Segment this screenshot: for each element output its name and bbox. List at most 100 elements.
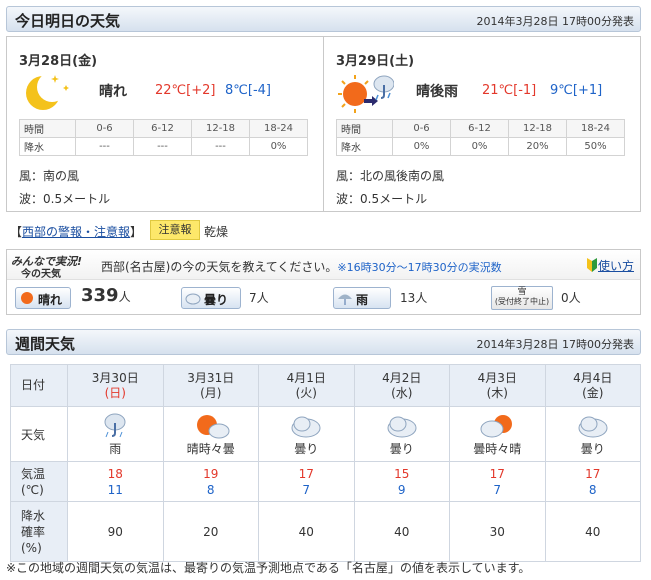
time-label: 時間	[19, 119, 76, 138]
live-prompt: 西部(名古屋)の今の天気を教えてください。※16時30分〜17時30分の実況数	[101, 260, 502, 274]
weekly-weather: 曇り	[544, 406, 641, 462]
sun-icon	[21, 292, 33, 304]
cloud-sun-icon	[480, 414, 513, 437]
precip-value: 20%	[508, 137, 567, 156]
weekly-weather: 曇り	[258, 406, 355, 462]
weekly-temp: 15 9	[353, 461, 450, 502]
moon-icon	[26, 72, 69, 110]
live-report-logo: みんなで実況! 今の天気	[11, 255, 83, 280]
weekly-table: 日付 3月30日 (日) 3月31日 (月) 4月1日 (火) 4月2日 (水) 4月3…	[10, 364, 641, 562]
warnings-link[interactable]: 西部の警報・注意報	[22, 225, 130, 239]
sun-then-rain-icon	[338, 75, 394, 113]
section-title: 今日明日の天気	[15, 12, 121, 30]
low-temp: 9℃[+1]	[550, 83, 603, 98]
sun-cloud-icon	[196, 414, 230, 438]
weekly-date: 4月1日 (火)	[258, 364, 355, 407]
weekly-weather: 晴時々曇	[162, 406, 259, 462]
warning-link-wrapper: 【西部の警報・注意報】	[10, 225, 143, 239]
cloud-icon	[387, 416, 417, 437]
footnote: ※この地域の週間天気の気温は、最寄りの気温予測地点である「名古屋」の値を表示して…	[6, 561, 531, 575]
today-tomorrow-panel: 3月28日(金) 晴れ 22℃[+2] 8℃[-4] 時間 0-6 6-12 1…	[6, 36, 641, 212]
precip-label: 降水	[336, 137, 393, 156]
precip-table: 時間 0-6 6-12 12-18 18-24 降水 0% 0% 20% 50%	[336, 119, 625, 156]
row-label-weather: 天気	[10, 406, 68, 462]
weekly-header: 週間天気 2014年3月28日 17時00分発表	[6, 329, 641, 355]
weekly-date: 4月4日 (金)	[544, 364, 641, 407]
weekly-pop: 20	[162, 501, 259, 562]
low-temp: 8℃[-4]	[225, 83, 271, 98]
weekly-pop: 40	[544, 501, 641, 562]
row-label-pop: 降水 確率 (%)	[10, 501, 68, 562]
section-title: 週間天気	[15, 335, 76, 353]
high-temp: 22℃[+2]	[155, 83, 216, 98]
precip-value: ---	[191, 137, 250, 156]
weekly-date: 4月2日 (水)	[353, 364, 450, 407]
vote-rain-button[interactable]: 雨	[333, 287, 391, 309]
wave-text: 波：0.5メートル	[336, 192, 428, 206]
issued-time: 2014年3月28日 17時00分発表	[476, 338, 634, 351]
vote-snow-button[interactable]: 雪 (受付終了中止)	[491, 286, 553, 310]
row-label-temp: 気温 (℃)	[10, 461, 68, 502]
live-report-bar: みんなで実況! 今の天気 西部(名古屋)の今の天気を教えてください。※16時30…	[7, 250, 640, 280]
tomorrow-card: 3月29日(土) 晴後雨 21℃[-1] 9℃[+1] 時間 0-6 6-12 …	[324, 37, 641, 211]
precip-value: ---	[75, 137, 134, 156]
live-report-panel: みんなで実況! 今の天気 西部(名古屋)の今の天気を教えてください。※16時30…	[6, 249, 641, 315]
precip-value: 0%	[392, 137, 451, 156]
precip-value: ---	[133, 137, 192, 156]
time-label: 時間	[336, 119, 393, 138]
precip-label: 降水	[19, 137, 76, 156]
period: 18-24	[566, 119, 625, 138]
period: 12-18	[508, 119, 567, 138]
day-date: 3月29日(土)	[336, 54, 415, 69]
weekly-temp: 17 7	[449, 461, 546, 502]
weekly-weather: 雨	[67, 406, 164, 462]
period: 12-18	[191, 119, 250, 138]
cloud-icon	[291, 416, 321, 437]
issued-time: 2014年3月28日 17時00分発表	[476, 15, 634, 28]
advisory-badge: 注意報	[150, 220, 200, 240]
weekly-weather: 曇り	[353, 406, 450, 462]
weekly-weather: 曇時々晴	[449, 406, 546, 462]
vote-cloudy-button[interactable]: 曇り	[181, 287, 241, 309]
high-temp: 21℃[-1]	[482, 83, 537, 98]
precip-value: 50%	[566, 137, 625, 156]
vote-count-snow: 0人	[561, 291, 581, 305]
weather-text: 晴れ	[99, 84, 127, 100]
umbrella-icon	[338, 294, 352, 305]
period: 18-24	[249, 119, 308, 138]
precip-value: 0%	[450, 137, 509, 156]
period: 6-12	[133, 119, 192, 138]
wind-text: 風：南の風	[19, 169, 80, 183]
wind-text: 風：北の風後南の風	[336, 169, 445, 183]
howto-link[interactable]: 使い方	[598, 257, 634, 274]
weekly-pop: 30	[449, 501, 546, 562]
advisory-item: 乾燥	[204, 225, 229, 239]
wave-text: 波：0.5メートル	[19, 192, 111, 206]
weekly-date: 3月31日 (月)	[162, 364, 259, 407]
vote-sunny-button[interactable]: 晴れ	[15, 287, 71, 309]
period: 0-6	[75, 119, 134, 138]
cloud-icon	[578, 416, 608, 437]
vote-count-rain: 13人	[400, 291, 428, 305]
live-window: ※16時30分〜17時30分の実況数	[337, 261, 502, 274]
weekly-pop: 40	[353, 501, 450, 562]
precip-value: 0%	[249, 137, 308, 156]
precip-table: 時間 0-6 6-12 12-18 18-24 降水 --- --- --- 0…	[19, 119, 308, 156]
rain-icon	[104, 413, 126, 437]
beginner-mark-icon	[587, 258, 597, 272]
period: 0-6	[392, 119, 451, 138]
weekly-date: 3月30日 (日)	[67, 364, 164, 407]
weekly-pop: 90	[67, 501, 164, 562]
weather-text: 晴後雨	[416, 84, 458, 100]
weekly-date: 4月3日 (木)	[449, 364, 546, 407]
vote-count-cloudy: 7人	[249, 291, 269, 305]
today-tomorrow-header: 今日明日の天気 2014年3月28日 17時00分発表	[6, 6, 641, 32]
day-date: 3月28日(金)	[19, 54, 98, 69]
vote-count-sunny: 339人	[81, 285, 131, 306]
weekly-temp: 18 11	[67, 461, 164, 502]
weekly-temp: 17 7	[258, 461, 355, 502]
today-card: 3月28日(金) 晴れ 22℃[+2] 8℃[-4] 時間 0-6 6-12 1…	[7, 37, 324, 211]
period: 6-12	[450, 119, 509, 138]
weekly-temp: 17 8	[544, 461, 641, 502]
cloud-icon	[185, 293, 201, 305]
